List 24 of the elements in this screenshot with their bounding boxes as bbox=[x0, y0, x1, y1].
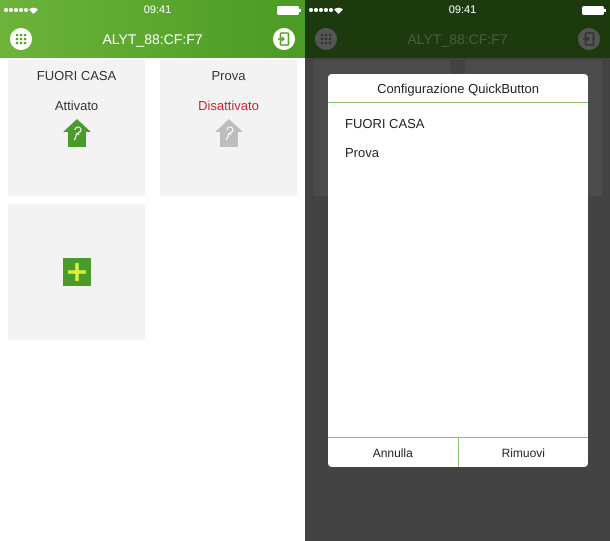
signal-icon bbox=[4, 6, 38, 14]
scenario-name: FUORI CASA bbox=[36, 68, 116, 83]
door-exit-icon[interactable] bbox=[273, 28, 295, 50]
add-tile[interactable] bbox=[8, 204, 145, 340]
signal-icon bbox=[309, 6, 343, 14]
scenario-name: Prova bbox=[212, 68, 246, 83]
battery-icon bbox=[277, 6, 301, 14]
device-title: ALYT_88:CF:F7 bbox=[102, 31, 203, 47]
grid-menu-icon[interactable] bbox=[315, 28, 337, 50]
remove-button[interactable]: Rimuovi bbox=[458, 438, 588, 467]
door-exit-icon[interactable] bbox=[578, 28, 600, 50]
scenario-status: Attivato bbox=[54, 98, 98, 113]
dialog-title: Configurazione QuickButton bbox=[328, 74, 588, 103]
scenario-tile[interactable]: FUORI CASA Attivato bbox=[8, 60, 145, 196]
add-icon[interactable] bbox=[62, 258, 90, 286]
scenario-tile[interactable]: Prova Disattivato bbox=[160, 60, 297, 196]
grid-menu-icon[interactable] bbox=[10, 28, 32, 50]
scenario-list-item[interactable]: Prova bbox=[328, 138, 588, 167]
cancel-button[interactable]: Annulla bbox=[328, 438, 458, 467]
scenario-status: Disattivato bbox=[198, 98, 259, 113]
status-time: 09:41 bbox=[144, 4, 172, 16]
battery-icon bbox=[582, 6, 606, 14]
status-time: 09:41 bbox=[448, 4, 476, 16]
scenario-list-item[interactable]: FUORI CASA bbox=[328, 109, 588, 138]
